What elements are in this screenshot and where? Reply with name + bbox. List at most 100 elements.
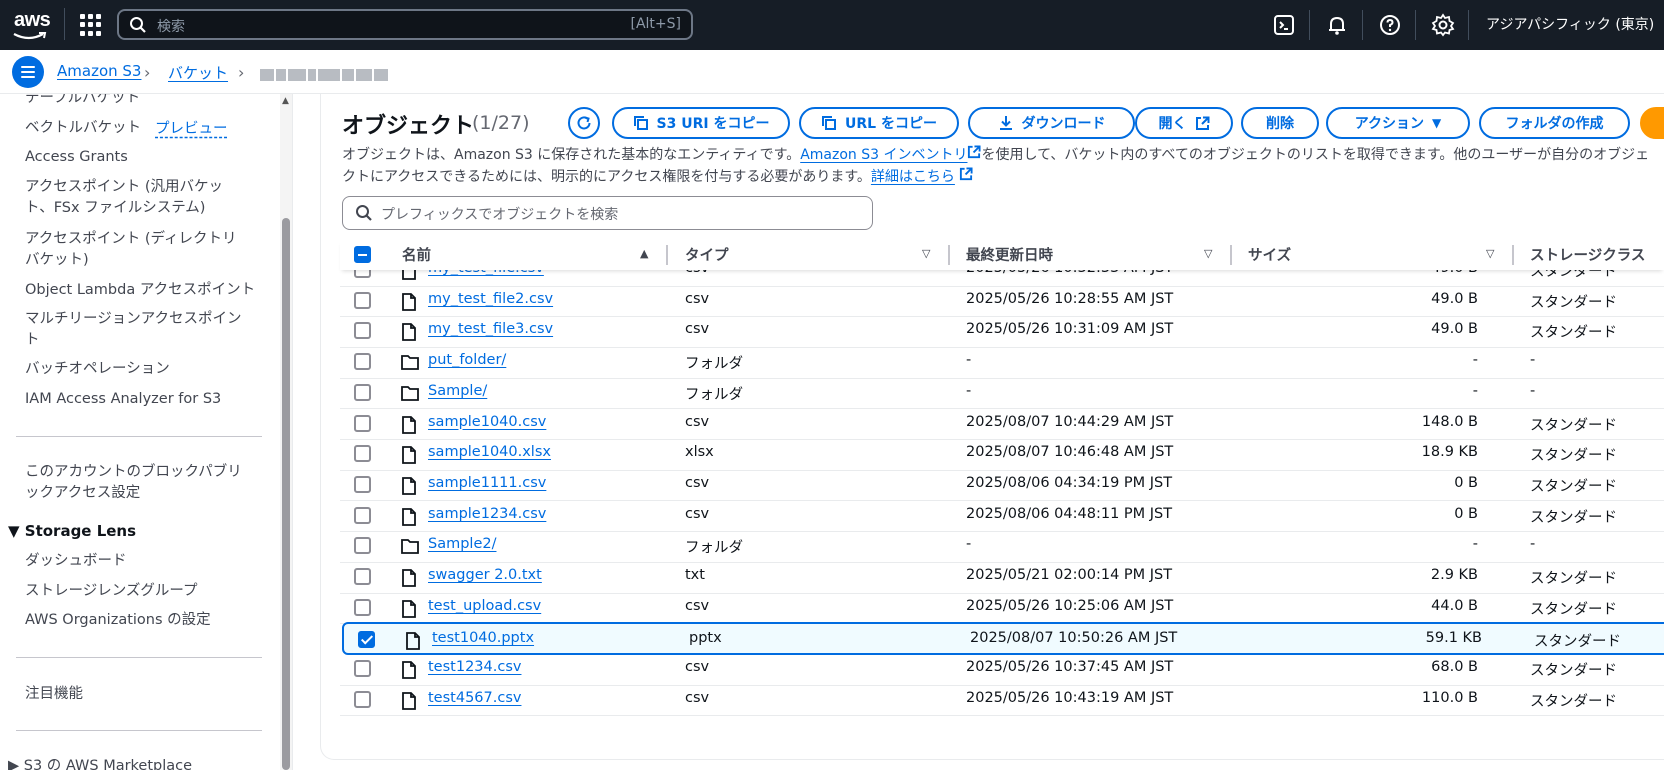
row-checkbox[interactable] [354,445,371,463]
sidebar-item-access-grants[interactable]: Access Grants [25,147,128,168]
row-checkbox[interactable] [354,568,371,585]
row-checkbox[interactable] [354,322,371,340]
table-row[interactable]: test1040.pptx pptx 2025/08/07 10:50:26 AM … [342,622,1664,655]
sidebar-item-block-public-access[interactable]: このアカウントのブロックパブリックアクセス設定 [25,462,255,504]
breadcrumb-amazon-s3[interactable]: Amazon S3 [57,62,141,80]
download-button[interactable]: ダウンロード [968,107,1135,139]
learn-more-link[interactable]: 詳細はこちら [871,169,955,185]
table-row[interactable]: my_test_file3.csv csv 2025/05/26 10:31:09 … [340,315,1664,348]
table-row[interactable]: test_upload.csv csv 2025/05/26 10:25:06 AM… [340,592,1664,625]
table-row[interactable]: sample1111.csv csv 2025/08/06 04:34:19 PM … [340,469,1664,502]
object-name-link[interactable]: my_test_file3.csv [428,321,553,337]
breadcrumb-buckets[interactable]: バケット [168,62,228,83]
sidebar-item-object-lambda[interactable]: Object Lambda アクセスポイント [25,280,255,301]
sidebar-item-featured[interactable]: 注目機能 [25,684,83,705]
cloudshell-icon[interactable] [1272,13,1296,37]
sidebar-item-lens-groups[interactable]: ストレージレンズグループ [25,581,198,602]
sidebar-item-table-buckets[interactable]: テーブルバケット [25,94,140,109]
table-row[interactable]: put_folder/フォルダ - - - [340,346,1664,379]
help-icon[interactable] [1378,13,1402,37]
object-name-link[interactable]: swagger 2.0.txt [428,567,542,583]
column-resizer[interactable] [1230,245,1232,265]
object-size: 0 B [1454,474,1478,491]
table-row[interactable]: test4567.csv csv 2025/05/26 10:43:19 AM JS… [340,684,1664,717]
sidebar-item-iam-analyzer[interactable]: IAM Access Analyzer for S3 [25,389,221,410]
aws-logo[interactable]: aws [12,6,51,44]
sort-ascending-icon[interactable]: ▲ [640,247,648,260]
open-button[interactable]: 開く [1135,107,1233,139]
global-search-input[interactable]: 検索 [Alt+S] [117,9,693,40]
object-name-link[interactable]: sample1040.csv [428,414,546,430]
table-row[interactable]: swagger 2.0.txt txt 2025/05/21 02:00:14 PM… [340,561,1664,594]
sidebar-item-access-points[interactable]: アクセスポイント (汎用バケット、FSx ファイルシステム) [25,177,240,219]
object-storage-class: スタンダード [1530,601,1617,618]
services-grid-icon[interactable] [80,14,102,36]
copy-s3-uri-button[interactable]: S3 URI をコピー [612,107,790,139]
object-name-link[interactable]: Sample2/ [428,536,496,552]
column-header-name[interactable]: 名前 [402,244,431,265]
nav-menu-button[interactable] [12,56,44,88]
sidebar-item-batch-operations[interactable]: バッチオペレーション [25,359,170,380]
scroll-up-arrow-icon[interactable]: ▲ [282,96,289,106]
sort-icon[interactable]: ▽ [922,247,930,260]
object-name-link[interactable]: test1234.csv [428,659,521,675]
sidebar-item-vector-buckets[interactable]: ベクトルバケット [25,118,141,139]
object-name-link[interactable]: test_upload.csv [428,598,541,614]
table-row[interactable]: sample1040.xlsx xlsx 2025/08/07 10:46:48 A… [340,438,1664,471]
object-name-link[interactable]: test1040.pptx [432,630,534,646]
folder-icon [401,354,419,374]
row-checkbox[interactable] [354,506,371,524]
column-resizer[interactable] [666,245,668,265]
upload-button[interactable] [1640,107,1664,139]
storage-lens-section[interactable]: ▼ Storage Lens [8,522,136,540]
refresh-button[interactable] [568,107,600,139]
table-row[interactable]: sample1234.csv csv 2025/08/06 04:48:11 PM … [340,500,1664,533]
column-header-type[interactable]: タイプ [685,244,729,265]
actions-dropdown-button[interactable]: アクション ▼ [1326,107,1470,139]
row-checkbox[interactable] [354,690,371,708]
object-name-link[interactable]: put_folder/ [428,352,506,368]
table-row[interactable]: sample1040.csv csv 2025/08/07 10:44:29 AM … [340,408,1664,441]
row-checkbox[interactable] [354,353,371,371]
row-checkbox[interactable] [358,631,375,649]
row-checkbox[interactable] [354,598,371,616]
column-header-storage-class[interactable]: ストレージクラス [1530,244,1645,265]
column-resizer[interactable] [948,245,950,265]
sort-icon[interactable]: ▽ [1204,247,1212,260]
row-checkbox[interactable] [354,537,371,555]
object-name-link[interactable]: test4567.csv [428,690,521,706]
copy-url-button[interactable]: URL をコピー [799,107,959,139]
column-header-size[interactable]: サイズ [1248,244,1291,265]
row-checkbox[interactable] [354,414,371,432]
object-name-link[interactable]: sample1111.csv [428,475,546,491]
sidebar-scroll-thumb[interactable] [282,218,290,770]
table-row[interactable]: test1234.csv csv 2025/05/26 10:37:45 AM JS… [340,653,1664,686]
column-resizer[interactable] [1512,245,1514,265]
sort-icon[interactable]: ▽ [1486,247,1494,260]
create-folder-button[interactable]: フォルダの作成 [1479,107,1630,139]
prefix-search-input[interactable]: プレフィックスでオブジェクトを検索 [342,196,873,230]
row-checkbox[interactable] [354,291,371,309]
sidebar-item-marketplace[interactable]: ▶ S3 の AWS Marketplace [8,756,192,770]
row-checkbox[interactable] [354,383,371,401]
object-name-link[interactable]: sample1040.xlsx [428,444,551,460]
table-row[interactable]: my_test_file2.csv csv 2025/05/26 10:28:55 … [340,285,1664,318]
row-checkbox[interactable] [354,475,371,493]
sidebar-item-access-points-directory[interactable]: アクセスポイント (ディレクトリバケット) [25,229,240,271]
object-name-link[interactable]: my_test_file2.csv [428,291,553,307]
inventory-link[interactable]: Amazon S3 インベントリ [800,147,967,163]
sidebar-item-multi-region[interactable]: マルチリージョンアクセスポイント [25,309,255,351]
sidebar-item-dashboards[interactable]: ダッシュボード [25,551,127,572]
object-name-link[interactable]: Sample/ [428,383,487,399]
table-row[interactable]: Sample/フォルダ - - - [340,377,1664,410]
bell-icon[interactable] [1325,13,1349,37]
gear-icon[interactable] [1431,13,1455,37]
row-checkbox[interactable] [354,660,371,678]
column-header-modified[interactable]: 最終更新日時 [966,244,1053,265]
table-row[interactable]: Sample2/フォルダ - - - [340,530,1664,563]
delete-button[interactable]: 削除 [1241,107,1319,139]
sidebar-item-organizations[interactable]: AWS Organizations の設定 [25,610,211,631]
select-all-checkbox[interactable] [354,246,371,263]
region-selector[interactable]: アジアパシフィック (東京) [1486,14,1654,34]
object-name-link[interactable]: sample1234.csv [428,506,546,522]
